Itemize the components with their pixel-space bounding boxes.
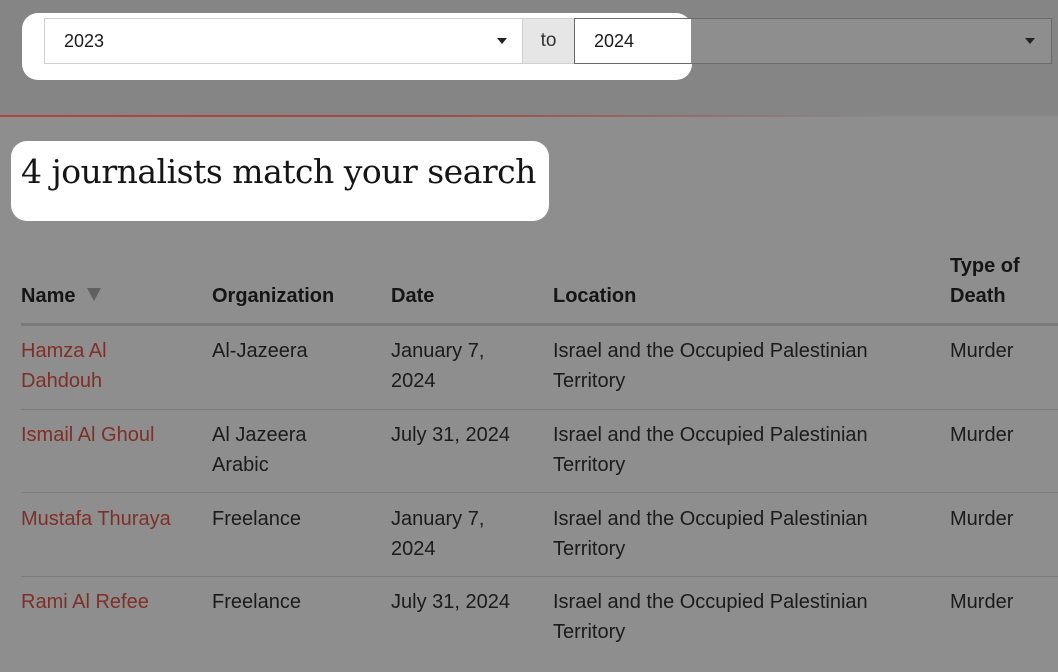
caret-down-icon [497,38,507,44]
date-cell: January 7, 2024 [391,340,485,392]
row-divider [21,492,1058,493]
organization-cell: Al-Jazeera [212,340,308,362]
range-separator: to [522,18,575,64]
year-to-value: 2024 [594,30,635,51]
journalist-name-link[interactable]: Hamza Al Dahdouh [21,336,151,396]
column-header-organization[interactable]: Organization [212,281,334,311]
type-of-death-cell: Murder [950,508,1014,530]
location-cell: Israel and the Occupied Palestinian Terr… [553,340,868,392]
year-from-value: 2023 [64,30,105,51]
location-cell: Israel and the Occupied Palestinian Terr… [553,508,868,560]
table-header-divider [21,323,1058,326]
organization-cell: Freelance [212,508,301,530]
sort-down-icon[interactable] [87,288,102,301]
year-range-filter: 2023 to 2024 [44,18,1052,66]
organization-cell: Freelance [212,591,301,613]
column-header-date[interactable]: Date [391,281,434,311]
type-of-death-cell: Murder [950,340,1014,362]
journalist-name-link[interactable]: Mustafa Thuraya [21,504,206,534]
year-to-select[interactable]: 2024 [574,18,1052,64]
location-cell: Israel and the Occupied Palestinian Terr… [553,591,868,643]
accent-rule [0,115,1058,117]
location-cell: Israel and the Occupied Palestinian Terr… [553,424,868,476]
organization-cell: Al Jazeera Arabic [212,424,307,476]
date-cell: January 7, 2024 [391,508,485,560]
column-header-name[interactable]: Name [21,281,102,311]
date-cell: July 31, 2024 [391,424,510,446]
row-divider [21,576,1058,577]
date-cell: July 31, 2024 [391,591,510,613]
column-header-location[interactable]: Location [553,281,636,311]
column-header-type-of-death[interactable]: Type of Death [950,251,1040,311]
type-of-death-cell: Murder [950,591,1014,613]
results-count-heading: 4 journalists match your search [21,152,536,191]
row-divider [21,409,1058,410]
type-of-death-cell: Murder [950,424,1014,446]
journalist-name-link[interactable]: Ismail Al Ghoul [21,420,201,450]
year-from-select[interactable]: 2023 [44,18,524,64]
caret-down-icon [1025,38,1035,44]
journalist-name-link[interactable]: Rami Al Refee [21,587,206,617]
